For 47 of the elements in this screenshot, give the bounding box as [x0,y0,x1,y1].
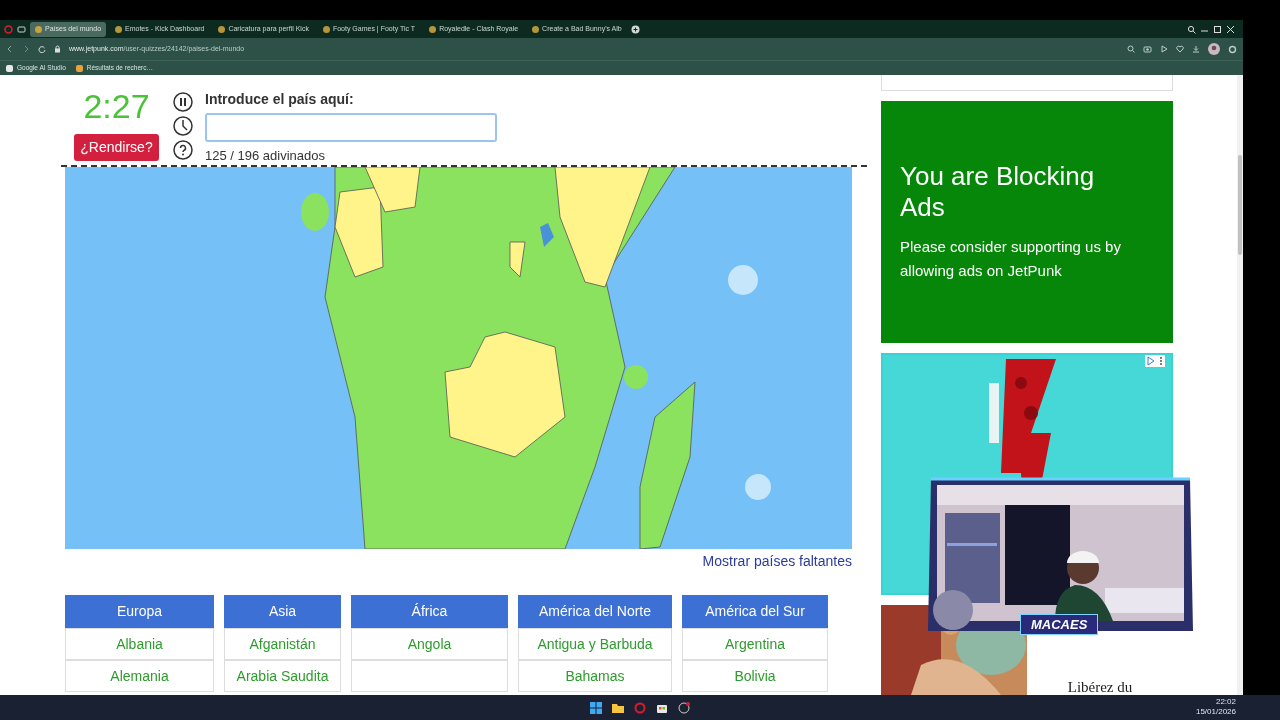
ad-text: Libérez du [1067,680,1133,695]
column-header: América del Norte [518,595,672,628]
play-icon[interactable] [1160,45,1168,53]
column-header: América del Sur [682,595,828,628]
score-text: 125 / 196 adivinados [205,146,326,165]
browser-logo-icon[interactable] [4,24,13,34]
download-icon[interactable] [1192,45,1200,53]
table-cell: Angola [351,628,508,660]
show-missing-link[interactable]: Mostrar países faltantes [702,551,852,572]
help-icon[interactable] [173,140,193,160]
browser-logo-icon[interactable] [634,701,646,714]
table-cell: Alemania [65,660,214,692]
scrollbar-thumb[interactable] [1238,155,1242,255]
reload-icon[interactable] [38,45,46,53]
ad-title: You are Blocking Ads [900,160,1096,224]
lock-icon [54,45,61,53]
column-header: Asia [224,595,341,628]
zoom-icon[interactable] [1127,45,1135,53]
back-icon[interactable] [6,45,14,53]
folder-icon[interactable] [612,701,624,714]
table-cell: Argentina [682,628,828,660]
table-cell: Bahamas [518,660,672,692]
close-icon[interactable] [1226,24,1235,34]
clock-time: 22:02 [1214,697,1236,707]
avatar-icon[interactable] [1208,43,1220,55]
search-icon[interactable] [1187,24,1196,34]
heart-icon[interactable] [1176,45,1184,53]
table-cell: Bolivia [682,660,828,692]
column-header: África [351,595,508,628]
table-cell: Arabia Saudita [224,660,341,692]
pause-icon[interactable] [173,92,193,112]
table-cell: Antigua y Barbuda [518,628,672,660]
country-input[interactable] [205,113,497,142]
clock-icon[interactable] [173,116,193,136]
table-cell: Afganistán [224,628,341,660]
ad-text: Please consider supporting us by allowing ads on JetPunk [900,237,1122,281]
camera-icon[interactable] [1143,45,1152,53]
column-header: Europa [65,595,214,628]
new-tab-icon[interactable] [630,24,640,34]
give-up-button[interactable]: ¿Rendirse? [74,134,159,161]
table-cell: Albania [65,628,214,660]
field-label: Introduce el país aquí: [205,90,355,109]
start-icon[interactable] [590,701,602,714]
timer: 2:27 [83,89,150,123]
clock-date: 15/01/2026 [1195,707,1236,717]
maximize-icon[interactable] [1213,24,1222,34]
sidebar-toggle-icon[interactable] [17,24,26,34]
